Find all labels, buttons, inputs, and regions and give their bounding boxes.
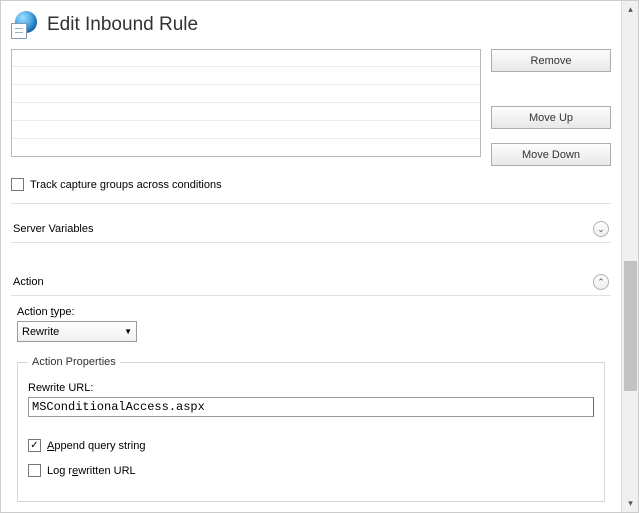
section-server-variables[interactable]: Server Variables ⌄ (11, 218, 611, 240)
track-capture-groups-checkbox[interactable] (11, 178, 24, 191)
action-properties-legend: Action Properties (28, 356, 120, 368)
move-down-button[interactable]: Move Down (491, 143, 611, 166)
action-properties-fieldset: Action Properties Rewrite URL: Append qu… (17, 356, 605, 502)
vertical-scrollbar[interactable]: ▴ ▾ (621, 1, 638, 512)
remove-button[interactable]: Remove (491, 49, 611, 72)
action-type-select[interactable]: Rewrite ▼ (17, 321, 137, 342)
section-title: Server Variables (13, 223, 94, 235)
append-query-checkbox[interactable] (28, 439, 41, 452)
rewrite-url-label: Rewrite URL: (28, 382, 594, 394)
rewrite-url-input[interactable] (28, 397, 594, 417)
move-up-button[interactable]: Move Up (491, 106, 611, 129)
chevron-down-icon: ⌄ (593, 221, 609, 237)
scroll-up-icon[interactable]: ▴ (622, 1, 639, 18)
log-rewritten-checkbox[interactable] (28, 464, 41, 477)
divider (11, 203, 611, 204)
section-title: Action (13, 276, 44, 288)
dropdown-arrow-icon: ▼ (124, 327, 132, 336)
page-header: Edit Inbound Rule (11, 9, 611, 49)
action-type-label: Action type: (17, 306, 605, 318)
conditions-grid[interactable] (11, 49, 481, 157)
chevron-up-icon: ⌃ (593, 274, 609, 290)
iis-rule-icon (11, 11, 39, 39)
log-rewritten-label: Log rewritten URL (47, 465, 136, 477)
page-title: Edit Inbound Rule (47, 14, 198, 36)
action-type-value: Rewrite (22, 326, 59, 338)
scroll-down-icon[interactable]: ▾ (622, 495, 639, 512)
append-query-label: Append query string (47, 440, 145, 452)
track-capture-groups-label: Track capture groups across conditions (30, 179, 222, 191)
section-action[interactable]: Action ⌃ (11, 271, 611, 293)
scroll-thumb[interactable] (624, 261, 637, 391)
